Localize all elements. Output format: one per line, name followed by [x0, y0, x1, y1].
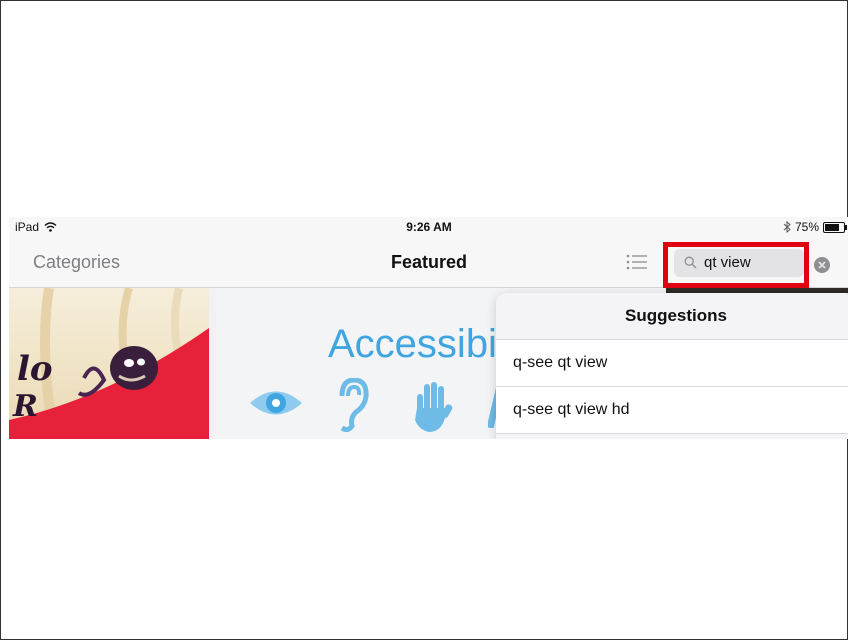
accessibility-title: Accessibil — [328, 322, 506, 366]
suggestion-item[interactable]: q-see qt view hd — [496, 387, 848, 434]
featured-game-banner[interactable]: lo R — [9, 288, 209, 439]
eye-icon — [250, 391, 302, 415]
bluetooth-icon — [783, 221, 791, 233]
hand-icon — [415, 382, 453, 432]
suggestion-item[interactable]: q-see qt view — [496, 340, 848, 387]
status-time: 9:26 AM — [406, 220, 452, 234]
battery-percent: 75% — [794, 220, 819, 234]
game-artwork: lo R — [9, 288, 209, 439]
suggestions-header: Suggestions — [496, 293, 848, 340]
search-suggestions-popover: Suggestions q-see qt view q-see qt view … — [496, 293, 848, 439]
svg-text:lo: lo — [17, 349, 53, 389]
battery-fill — [825, 223, 839, 231]
search-query: qt view — [704, 254, 751, 271]
navigation-bar: Categories Featured qt view — [9, 237, 848, 288]
list-icon[interactable] — [626, 253, 648, 271]
search-icon — [684, 256, 697, 269]
ear-icon — [339, 378, 369, 433]
search-input[interactable]: qt view — [674, 249, 804, 277]
status-right: 75% — [783, 220, 847, 234]
screenshot-frame: iPad 9:26 AM 75% Categories Featured qt … — [0, 0, 848, 640]
svg-text:R: R — [12, 389, 38, 424]
status-bar: iPad 9:26 AM 75% — [9, 217, 848, 237]
battery-icon — [823, 221, 847, 233]
clear-search-icon[interactable] — [811, 254, 833, 276]
ipad-app-store-screen: iPad 9:26 AM 75% Categories Featured qt … — [9, 217, 848, 439]
